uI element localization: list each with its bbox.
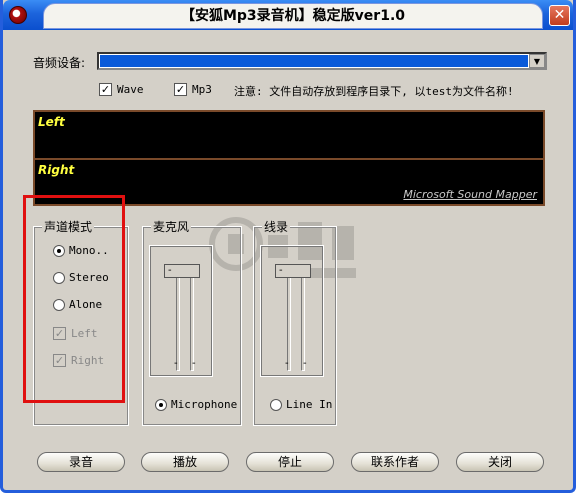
- microphone-group: 麦克风 - - - Microphone: [142, 218, 242, 426]
- mic-right-track: [190, 276, 194, 371]
- window-title: 【安狐Mp3录音机】稳定版ver1.0: [43, 3, 543, 29]
- mic-left-track: [176, 276, 180, 371]
- microphone-title: 麦克风: [151, 218, 192, 235]
- app-icon[interactable]: [9, 6, 27, 24]
- microphone-volume-slider[interactable]: - - -: [149, 245, 213, 377]
- close-window-button[interactable]: ✕: [549, 5, 570, 26]
- meter-divider: [35, 158, 543, 160]
- line-tick-left: -: [285, 358, 289, 369]
- line-slider-thumb[interactable]: -: [275, 264, 311, 278]
- play-button[interactable]: 播放: [141, 452, 229, 472]
- microphone-radio[interactable]: [155, 399, 167, 411]
- mic-slider-thumb[interactable]: -: [164, 264, 200, 278]
- record-button[interactable]: 录音: [37, 452, 125, 472]
- line-in-radio[interactable]: [270, 399, 282, 411]
- main-window: 【安狐Mp3录音机】稳定版ver1.0 ✕ 音频设备: ▼ ✓ Wave ✓ M…: [0, 0, 576, 493]
- chevron-down-icon[interactable]: ▼: [529, 54, 545, 68]
- client-area: 音频设备: ▼ ✓ Wave ✓ Mp3 注意: 文件自动存放到程序目录下, 以…: [6, 30, 570, 490]
- meter-left-label: Left: [38, 115, 65, 129]
- highlight-box: [23, 195, 125, 403]
- mic-tick-right: -: [192, 358, 196, 369]
- mic-thumb-tick: -: [168, 265, 172, 276]
- line-in-volume-slider[interactable]: - - -: [260, 245, 324, 377]
- mp3-label: Mp3: [192, 83, 212, 96]
- save-note: 注意: 文件自动存放到程序目录下, 以test为文件名称!: [234, 85, 514, 98]
- sound-mapper-link[interactable]: Microsoft Sound Mapper: [403, 188, 537, 201]
- line-in-title: 线录: [262, 218, 291, 235]
- line-in-label: Line In: [286, 398, 333, 411]
- stop-button[interactable]: 停止: [246, 452, 334, 472]
- line-right-track: [301, 276, 305, 371]
- wave-label: Wave: [117, 83, 144, 96]
- audio-device-selected: [100, 55, 528, 67]
- wave-checkbox[interactable]: ✓: [99, 83, 112, 96]
- close-button[interactable]: 关闭: [456, 452, 544, 472]
- mic-tick-left: -: [174, 358, 178, 369]
- title-bar[interactable]: 【安狐Mp3录音机】稳定版ver1.0 ✕: [3, 0, 573, 30]
- level-meter: Left Right Microsoft Sound Mapper: [33, 110, 545, 206]
- meter-right-label: Right: [38, 163, 75, 177]
- microphone-label: Microphone: [171, 398, 238, 411]
- line-thumb-tick: -: [279, 265, 283, 276]
- audio-device-dropdown[interactable]: ▼: [97, 52, 547, 70]
- line-in-group: 线录 - - - Line In: [253, 218, 337, 426]
- audio-device-label: 音频设备:: [33, 56, 86, 70]
- mp3-checkbox[interactable]: ✓: [174, 83, 187, 96]
- contact-author-button[interactable]: 联系作者: [351, 452, 439, 472]
- line-tick-right: -: [303, 358, 307, 369]
- line-left-track: [287, 276, 291, 371]
